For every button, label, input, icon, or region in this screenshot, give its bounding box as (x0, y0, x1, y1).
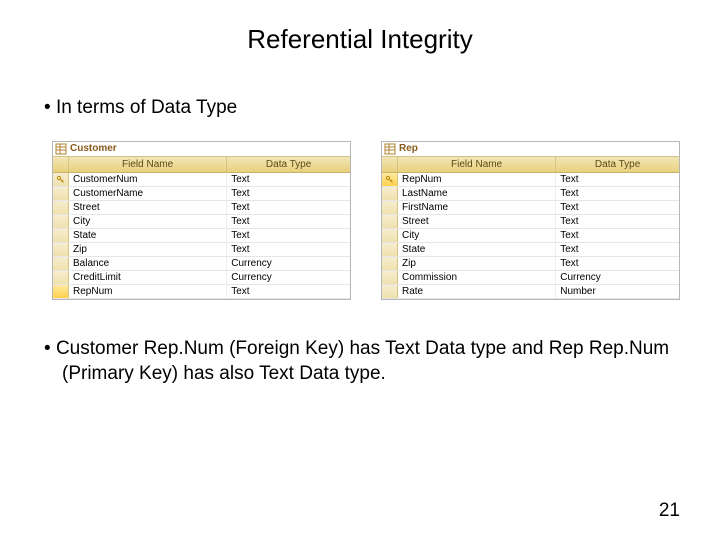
header-field-name: Field Name (398, 157, 556, 172)
field-name-cell: FirstName (398, 201, 556, 214)
table-row: StateText (382, 243, 679, 257)
rep-table: Rep Field Name Data Type RepNumTextLastN… (381, 141, 680, 300)
gutter-header (382, 157, 398, 172)
customer-header-row: Field Name Data Type (53, 157, 350, 173)
primary-key-icon (382, 173, 398, 186)
data-type-cell: Text (227, 173, 350, 186)
table-row: CreditLimitCurrency (53, 271, 350, 285)
table-row: CityText (53, 215, 350, 229)
row-gutter (53, 285, 69, 298)
bullet-datatype: In terms of Data Type (40, 95, 680, 121)
row-gutter (53, 271, 69, 284)
table-row: LastNameText (382, 187, 679, 201)
data-type-cell: Text (556, 257, 679, 270)
data-type-cell: Text (227, 243, 350, 256)
field-name-cell: City (398, 229, 556, 242)
row-gutter (53, 187, 69, 200)
data-type-cell: Currency (227, 257, 350, 270)
data-type-cell: Text (556, 187, 679, 200)
header-data-type: Data Type (227, 157, 350, 172)
field-name-cell: LastName (398, 187, 556, 200)
row-gutter (382, 201, 398, 214)
row-gutter (382, 229, 398, 242)
header-field-name: Field Name (69, 157, 227, 172)
slide-title: Referential Integrity (40, 24, 680, 55)
field-name-cell: Street (398, 215, 556, 228)
field-name-cell: RepNum (69, 285, 227, 298)
customer-table: Customer Field Name Data Type CustomerNu… (52, 141, 351, 300)
data-type-cell: Text (227, 285, 350, 298)
row-gutter (53, 201, 69, 214)
data-type-cell: Number (556, 285, 679, 298)
field-name-cell: Commission (398, 271, 556, 284)
table-icon (384, 143, 396, 155)
field-name-cell: Street (69, 201, 227, 214)
row-gutter (382, 271, 398, 284)
row-gutter (53, 243, 69, 256)
data-type-cell: Text (556, 201, 679, 214)
row-gutter (382, 257, 398, 270)
data-type-cell: Text (556, 215, 679, 228)
rep-header-row: Field Name Data Type (382, 157, 679, 173)
rep-rows: RepNumTextLastNameTextFirstNameTextStree… (382, 173, 679, 299)
row-gutter (53, 229, 69, 242)
data-type-cell: Text (227, 229, 350, 242)
data-type-cell: Currency (227, 271, 350, 284)
data-type-cell: Currency (556, 271, 679, 284)
table-row: CityText (382, 229, 679, 243)
field-name-cell: State (398, 243, 556, 256)
row-gutter (382, 243, 398, 256)
table-row: RateNumber (382, 285, 679, 299)
table-row: BalanceCurrency (53, 257, 350, 271)
table-row: StreetText (53, 201, 350, 215)
table-row: CustomerNumText (53, 173, 350, 187)
gutter-header (53, 157, 69, 172)
data-type-cell: Text (556, 229, 679, 242)
table-row: ZipText (53, 243, 350, 257)
data-type-cell: Text (227, 201, 350, 214)
field-name-cell: Zip (398, 257, 556, 270)
table-icon (55, 143, 67, 155)
customer-rows: CustomerNumTextCustomerNameTextStreetTex… (53, 173, 350, 299)
field-name-cell: Balance (69, 257, 227, 270)
table-row: StateText (53, 229, 350, 243)
field-name-cell: Zip (69, 243, 227, 256)
header-data-type: Data Type (556, 157, 679, 172)
table-row: StreetText (382, 215, 679, 229)
tables-container: Customer Field Name Data Type CustomerNu… (52, 141, 680, 300)
data-type-cell: Text (556, 243, 679, 256)
field-name-cell: CustomerNum (69, 173, 227, 186)
field-name-cell: CreditLimit (69, 271, 227, 284)
data-type-cell: Text (227, 187, 350, 200)
row-gutter (382, 285, 398, 298)
field-name-cell: Rate (398, 285, 556, 298)
data-type-cell: Text (227, 215, 350, 228)
page-number: 21 (659, 500, 680, 522)
field-name-cell: City (69, 215, 227, 228)
row-gutter (53, 215, 69, 228)
bullet-explanation: Customer Rep.Num (Foreign Key) has Text … (40, 336, 680, 387)
table-row: FirstNameText (382, 201, 679, 215)
customer-tab-label: Customer (70, 142, 117, 155)
row-gutter (382, 187, 398, 200)
row-gutter (53, 257, 69, 270)
data-type-cell: Text (556, 173, 679, 186)
row-gutter (382, 215, 398, 228)
rep-tab: Rep (382, 142, 679, 157)
table-row: CustomerNameText (53, 187, 350, 201)
customer-tab: Customer (53, 142, 350, 157)
table-row: ZipText (382, 257, 679, 271)
table-row: RepNumText (382, 173, 679, 187)
primary-key-icon (53, 173, 69, 186)
field-name-cell: CustomerName (69, 187, 227, 200)
table-row: CommissionCurrency (382, 271, 679, 285)
table-row: RepNumText (53, 285, 350, 299)
field-name-cell: RepNum (398, 173, 556, 186)
field-name-cell: State (69, 229, 227, 242)
rep-tab-label: Rep (399, 142, 418, 155)
